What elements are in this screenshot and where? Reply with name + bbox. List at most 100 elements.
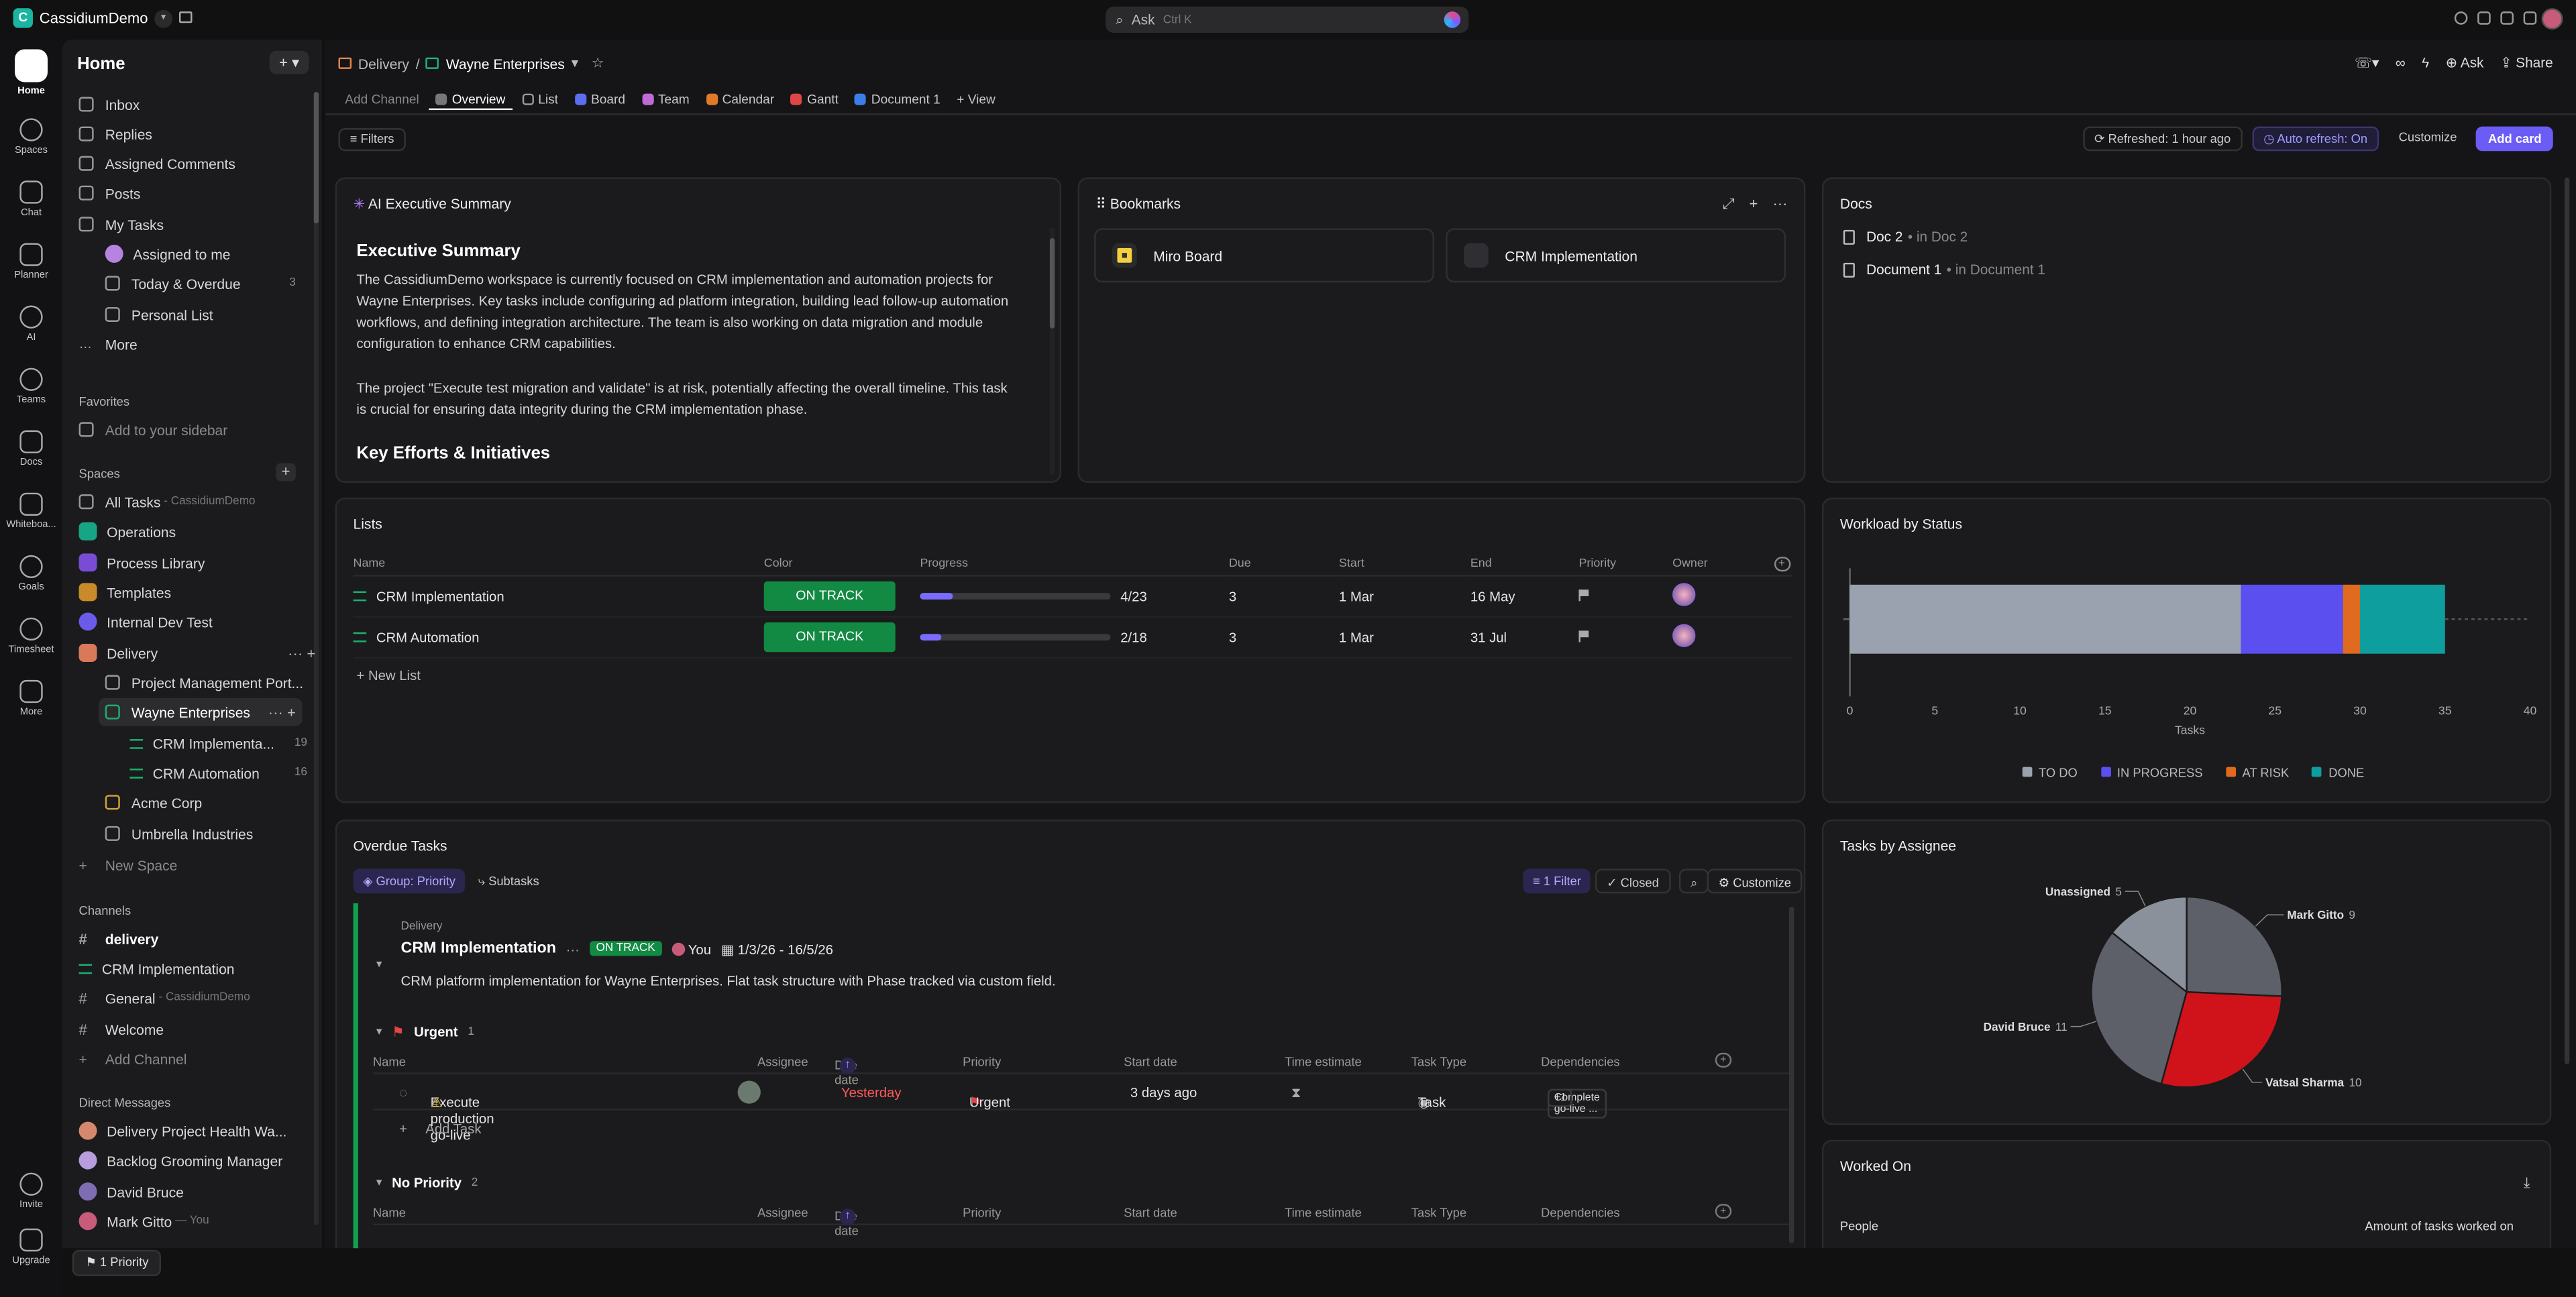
rail-upgrade[interactable]: Upgrade <box>0 1228 62 1266</box>
workspace-switcher[interactable]: C CassidiumDemo ▾ <box>13 8 173 28</box>
new-list-button[interactable]: + New List <box>356 667 420 683</box>
closed-toggle[interactable]: ✓ Closed <box>1595 868 1670 894</box>
end-cell[interactable]: 31 Jul <box>1470 616 1579 658</box>
priority-group-urgent[interactable]: ▾ ⚑ Urgent 1 <box>376 1023 474 1039</box>
expand-icon[interactable]: ⤢ <box>1723 195 1735 213</box>
sidebar-item-posts[interactable]: Posts <box>78 179 322 207</box>
tab-add-channel[interactable]: Add Channel <box>338 89 425 110</box>
folder-actions[interactable]: ··· + <box>268 703 296 720</box>
add-card-button[interactable]: Add card <box>2476 126 2553 152</box>
create-button[interactable]: + ▾ <box>269 50 309 74</box>
sidebar-item-operations[interactable]: Operations <box>78 517 322 545</box>
dm-item[interactable]: Mark Gitto — You <box>78 1207 322 1235</box>
start-cell[interactable]: 1 Mar <box>1338 575 1470 617</box>
rail-timesheet[interactable]: Timesheet <box>0 617 62 655</box>
customize-button[interactable]: ⚙ Customize <box>1707 868 1803 894</box>
priority-group-no-priority[interactable]: ▾ No Priority 2 <box>376 1174 478 1190</box>
dm-item[interactable]: Backlog Grooming Manager <box>78 1146 322 1174</box>
group-priority-button[interactable]: ◈ Group: Priority <box>353 868 466 894</box>
bookmark-miro-board[interactable]: Miro Board <box>1094 228 1434 283</box>
rail-invite[interactable]: Invite <box>0 1172 62 1210</box>
tab-add-view[interactable]: + View <box>950 89 1002 110</box>
rail-more[interactable]: More <box>0 679 62 718</box>
sidebar-item-delivery[interactable]: Delivery ··· + <box>78 639 322 667</box>
sidebar-item-today-overdue[interactable]: Today & Overdue 3 <box>105 270 309 298</box>
status-badge[interactable]: ON TRACK <box>763 621 896 652</box>
table-row[interactable]: CRM Implementation ON TRACK 4/23 3 1 Mar… <box>353 575 1792 617</box>
sidebar-item-assigned-comments[interactable]: Assigned Comments <box>78 150 322 178</box>
tab-gantt[interactable]: Gantt <box>784 89 845 110</box>
tab-document-1[interactable]: Document 1 <box>849 89 947 110</box>
status-badge[interactable]: ON TRACK <box>763 580 896 610</box>
channel-welcome[interactable]: # Welcome <box>79 1015 322 1043</box>
overdue-scrollbar[interactable] <box>1788 906 1794 1243</box>
favorites-placeholder[interactable]: Add to your sidebar <box>78 416 322 444</box>
add-task-row[interactable]: + Add Task <box>373 1111 1789 1147</box>
sidebar-item-replies[interactable]: Replies <box>78 120 322 148</box>
user-avatar[interactable] <box>2541 8 2563 30</box>
check-circle-icon[interactable] <box>2454 11 2468 25</box>
list-name[interactable]: CRM Implementation <box>376 587 504 604</box>
doc-item[interactable]: Doc 2 • in Doc 2 <box>1843 228 1968 245</box>
tab-board[interactable]: Board <box>568 89 632 110</box>
doc-item[interactable]: Document 1 • in Document 1 <box>1843 261 2045 278</box>
customize-button[interactable]: Customize <box>2389 127 2467 152</box>
dm-item[interactable]: David Bruce <box>78 1178 322 1206</box>
rail-whiteboard[interactable]: Whiteboa... <box>0 492 62 530</box>
plus-icon[interactable]: + <box>1750 195 1758 213</box>
rail-teams[interactable]: Teams <box>0 368 62 406</box>
rail-spaces[interactable]: Spaces <box>0 118 62 156</box>
list-group-name[interactable]: CRM Implementation <box>401 940 556 958</box>
owner-chip[interactable]: You <box>672 940 711 957</box>
end-cell[interactable]: 16 May <box>1470 575 1579 617</box>
task-start[interactable]: 3 days ago <box>1130 1084 1197 1100</box>
notepad-icon[interactable] <box>2500 11 2514 25</box>
sidebar-item-assigned-to-me[interactable]: Assigned to me <box>105 240 322 268</box>
ai-summary-scrollbar[interactable] <box>1049 228 1055 475</box>
sidebar-item-crm-implementation[interactable]: CRM Implementa... 19 <box>129 729 310 757</box>
ai-brain-icon[interactable] <box>1444 11 1461 28</box>
bar-segment-done[interactable] <box>2359 584 2445 654</box>
collapse-icon[interactable]: ▾ <box>376 958 382 970</box>
space-actions[interactable]: ··· + <box>288 644 315 661</box>
add-column-icon[interactable]: + <box>1773 557 1790 572</box>
add-column-icon[interactable]: + <box>1715 1204 1731 1219</box>
breadcrumb-wayne[interactable]: Wayne Enterprises <box>446 55 565 71</box>
channel-delivery[interactable]: # delivery <box>79 925 322 953</box>
rail-goals[interactable]: Goals <box>0 555 62 593</box>
sidebar-item-umbrella-industries[interactable]: Umbrella Industries <box>105 820 322 848</box>
chevron-down-icon[interactable]: ▾ <box>572 54 579 72</box>
dm-item[interactable]: Delivery Project Health Wa... <box>78 1117 322 1145</box>
priority-pill[interactable]: ⚑ 1 Priority <box>72 1249 162 1276</box>
filter-button[interactable]: ≡ 1 Filter <box>1523 868 1591 894</box>
status-badge[interactable]: ON TRACK <box>589 941 662 956</box>
bar-segment-to-do[interactable] <box>1849 584 2241 654</box>
sidebar-item-templates[interactable]: Templates <box>78 578 322 606</box>
list-name[interactable]: CRM Automation <box>376 628 480 644</box>
search-input[interactable]: ⌕ Ask Ctrl K <box>1106 6 1469 33</box>
phone-icon[interactable]: ☏▾ <box>2355 54 2379 72</box>
lightning-icon[interactable]: ϟ <box>2422 54 2429 72</box>
ellipsis-icon[interactable]: ··· <box>566 940 580 956</box>
add-column-icon[interactable]: + <box>1715 1052 1731 1068</box>
task-due[interactable]: Yesterday <box>841 1084 902 1100</box>
table-row[interactable]: CRM Automation ON TRACK 2/18 3 1 Mar 31 … <box>353 616 1792 658</box>
drag-handle-icon[interactable]: ⠿ <box>1095 195 1110 211</box>
sidebar-item-more[interactable]: … More <box>79 330 322 358</box>
owner-cell[interactable] <box>1672 575 1792 617</box>
pie-slice-mark-gitto[interactable] <box>2186 895 2283 997</box>
auto-refresh-toggle[interactable]: ◷ Auto refresh: On <box>2252 126 2379 152</box>
apps-icon[interactable] <box>2523 11 2537 25</box>
dates-chip[interactable]: ▦ 1/3/26 - 16/5/26 <box>721 940 833 956</box>
tab-overview[interactable]: Overview <box>429 89 513 111</box>
tab-team[interactable]: Team <box>635 89 696 110</box>
rail-chat[interactable]: Chat <box>0 180 62 219</box>
glasses-icon[interactable]: ∞ <box>2396 54 2406 72</box>
task-row[interactable]: ◌ Execute production go-live ≡ ⚠ Yesterd… <box>372 1074 1789 1143</box>
calendar-icon[interactable] <box>178 11 193 23</box>
sidebar-item-inbox[interactable]: Inbox <box>78 91 322 119</box>
start-cell[interactable]: 1 Mar <box>1338 616 1470 658</box>
hourglass-icon[interactable]: ⧗ <box>1291 1084 1301 1102</box>
sidebar-item-process-library[interactable]: Process Library <box>78 549 322 577</box>
sidebar-item-pm-portfolio[interactable]: Project Management Port... <box>105 669 322 697</box>
